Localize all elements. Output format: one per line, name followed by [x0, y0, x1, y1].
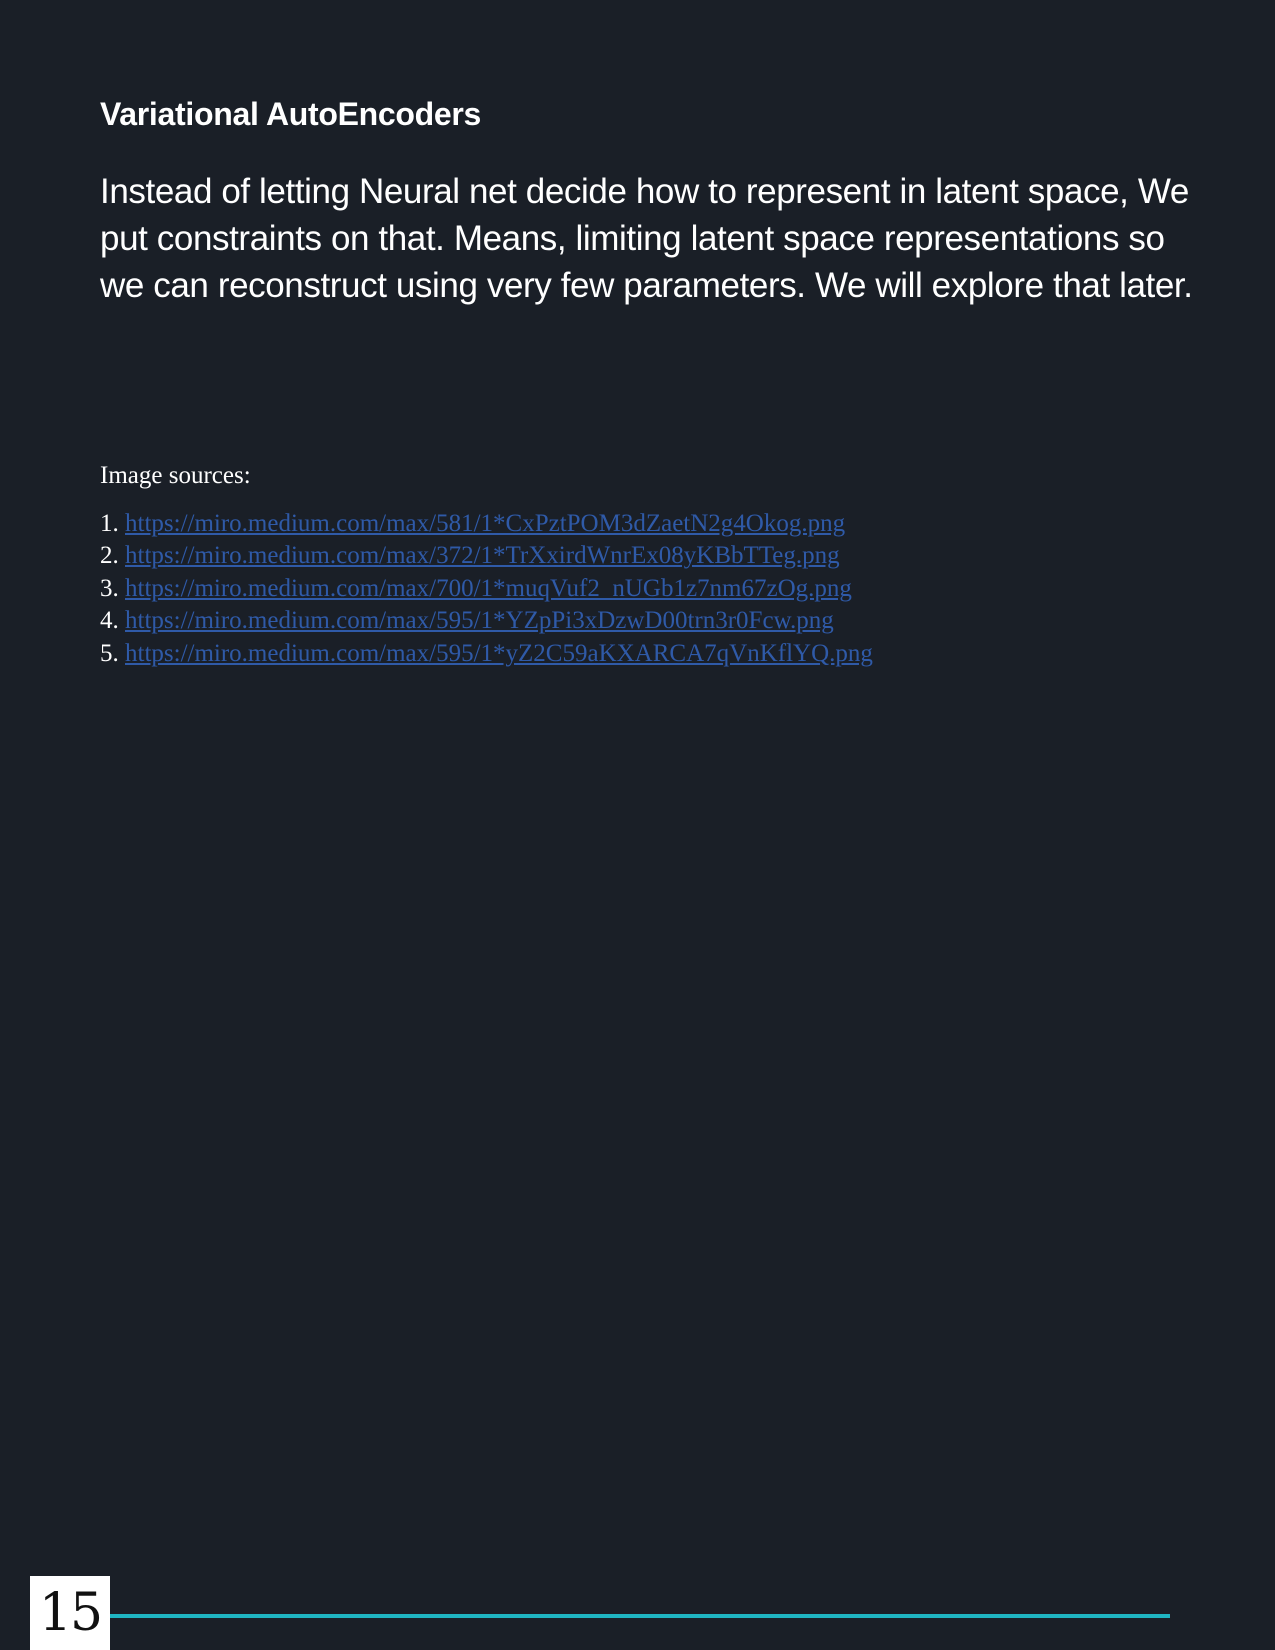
source-item: 3. https://miro.medium.com/max/700/1*muq…: [100, 573, 873, 605]
source-link[interactable]: https://miro.medium.com/max/372/1*TrXxir…: [125, 542, 840, 569]
source-item: 2. https://miro.medium.com/max/372/1*TrX…: [100, 540, 873, 572]
page-heading: Variational AutoEncoders: [100, 96, 482, 132]
source-item: 4. https://miro.medium.com/max/595/1*YZp…: [100, 605, 873, 637]
image-sources-list: 1. https://miro.medium.com/max/581/1*CxP…: [100, 508, 873, 670]
source-item-number: 2.: [100, 542, 119, 570]
footer-rule: [110, 1614, 1170, 1618]
image-sources-label: Image sources:: [100, 462, 251, 489]
body-paragraph: Instead of letting Neural net decide how…: [100, 172, 1193, 305]
source-link[interactable]: https://miro.medium.com/max/700/1*muqVuf…: [125, 575, 852, 602]
source-link[interactable]: https://miro.medium.com/max/595/1*yZ2C59…: [125, 640, 873, 667]
source-link[interactable]: https://miro.medium.com/max/581/1*CxPztP…: [125, 510, 845, 537]
source-item-number: 4.: [100, 607, 119, 635]
page-number: 15: [30, 1576, 110, 1650]
source-item-number: 1.: [100, 510, 119, 537]
source-item: 1. https://miro.medium.com/max/581/1*CxP…: [100, 508, 873, 540]
source-item-number: 5.: [100, 639, 119, 667]
source-item: 5. https://miro.medium.com/max/595/1*yZ2…: [100, 638, 873, 670]
source-link[interactable]: https://miro.medium.com/max/595/1*YZpPi3…: [125, 607, 834, 634]
source-item-number: 3.: [100, 574, 119, 602]
